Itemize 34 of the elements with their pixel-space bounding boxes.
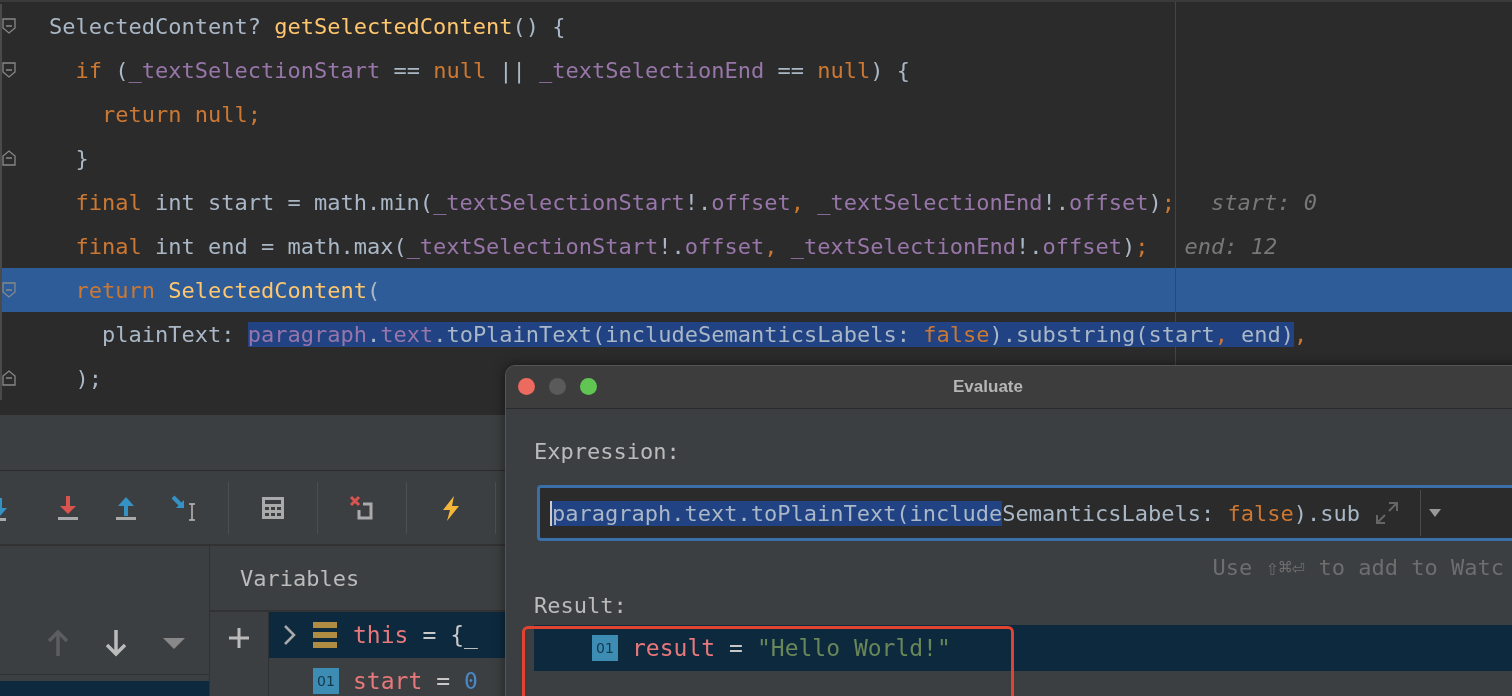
inlay-hint: end: 12 <box>1184 233 1278 259</box>
cross-frame-icon[interactable] <box>348 493 376 522</box>
plus-icon[interactable] <box>227 626 251 650</box>
chevron-right-icon[interactable] <box>283 624 297 646</box>
expression-label: Expression: <box>534 439 681 466</box>
code-line: plainText: paragraph.text.toPlainText(includeSemanticsLabels: false).substring(start, end), <box>100 321 1308 347</box>
code-line: if (_textSelectionStart == null || _textSelectionEnd == null) { <box>74 57 910 83</box>
panel-title: Variables <box>240 565 360 591</box>
variable-row[interactable]: 01 result = "Hello World!" <box>534 625 1512 671</box>
dropdown-icon[interactable] <box>163 636 185 650</box>
code-line: return null; <box>100 101 261 127</box>
primitive-icon: 01 <box>592 635 618 661</box>
code-line: ); <box>74 365 102 391</box>
object-icon <box>313 622 337 648</box>
code-line: } <box>74 145 89 171</box>
dialog-title: Evaluate <box>953 377 1023 397</box>
expand-icon[interactable] <box>1374 500 1400 526</box>
dropdown-icon[interactable] <box>1429 509 1441 517</box>
fold-icon[interactable] <box>2 18 16 34</box>
fold-icon[interactable] <box>2 62 16 78</box>
primitive-icon: 01 <box>313 668 339 694</box>
code-line: return SelectedContent( <box>74 277 381 303</box>
fold-icon[interactable] <box>2 370 16 386</box>
zoom-button[interactable] <box>580 378 597 395</box>
code-line: final int start = math.min(_textSelectionStart!.offset, _textSelectionEnd!.offset); <box>74 189 1175 215</box>
result-label: Result: <box>534 593 628 620</box>
code-line: final int end = math.max(_textSelectionStart!.offset, _textSelectionEnd!.offset); <box>74 233 1149 259</box>
code-line: SelectedContent? getSelectedContent() { <box>49 13 566 39</box>
arrow-down-icon[interactable] <box>105 629 127 657</box>
inlay-hint: start: 0 <box>1210 189 1317 215</box>
close-button[interactable] <box>518 378 535 395</box>
cursor-arrow-icon[interactable] <box>170 493 198 522</box>
fold-icon[interactable] <box>2 150 16 166</box>
expression-field[interactable]: paragraph.text.toPlainText(includeSemanticsLabels: false).sub <box>537 485 1512 541</box>
